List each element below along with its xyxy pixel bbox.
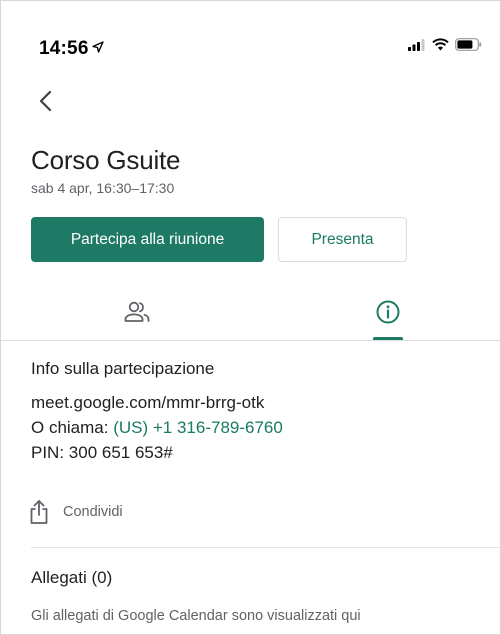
tab-people[interactable] [77,283,197,341]
status-icons [408,38,482,56]
join-meeting-button[interactable]: Partecipa alla riunione [31,217,264,262]
location-arrow-icon [91,37,104,59]
dial-in-prefix: O chiama: [31,418,114,437]
cellular-signal-icon [408,38,426,56]
battery-icon [455,38,482,56]
meet-link[interactable]: meet.google.com/mmr-brrg-otk [31,393,264,413]
join-info-heading: Info sulla partecipazione [31,359,215,378]
back-arrow-icon [39,90,52,112]
screen: 14:56 Corso Gsuite sab 4 apr, 16:30–17:3… [0,0,501,635]
status-time: 14:56 [39,37,104,60]
share-icon [30,500,48,524]
selected-tab-indicator [373,337,403,340]
status-bar: 14:56 [1,1,500,73]
info-icon [376,300,400,324]
section-divider [31,547,500,548]
phone-number-link[interactable]: (US) +1 316-789-6760 [113,418,283,437]
people-icon [124,301,150,322]
attachments-heading: Allegati (0) [31,568,113,587]
share-label: Condividi [63,504,123,520]
status-time-text: 14:56 [39,38,89,59]
tab-info[interactable] [328,283,448,341]
event-date: sab 4 apr, 16:30–17:30 [31,180,175,196]
dial-in-line: O chiama: (US) +1 316-789-6760 [31,418,283,438]
event-title: Corso Gsuite [31,145,181,175]
tab-bar [1,283,500,341]
present-button[interactable]: Presenta [278,217,407,262]
share-button[interactable]: Condividi [29,498,123,526]
back-button[interactable] [29,85,61,117]
wifi-icon [432,38,449,56]
attachments-note: Gli allegati di Google Calendar sono vis… [31,608,361,624]
pin-text: PIN: 300 651 653# [31,443,173,462]
